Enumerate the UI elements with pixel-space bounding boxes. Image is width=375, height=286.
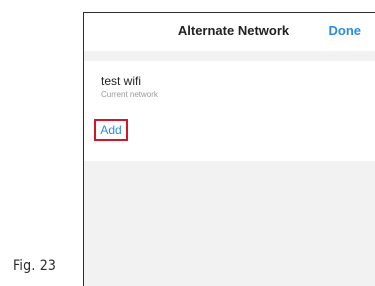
nav-bar: Alternate Network Done: [84, 13, 375, 51]
page: Fig. 23 Alternate Network Done test wifi…: [0, 0, 375, 286]
network-status: Current network: [101, 90, 158, 99]
add-button[interactable]: Add: [94, 119, 128, 141]
network-name[interactable]: test wifi: [101, 74, 141, 88]
phone-screen: Alternate Network Done test wifi Current…: [83, 12, 375, 286]
done-button[interactable]: Done: [329, 23, 362, 38]
network-card: test wifi Current network Add: [84, 61, 375, 161]
figure-label: Fig. 23: [13, 258, 57, 274]
